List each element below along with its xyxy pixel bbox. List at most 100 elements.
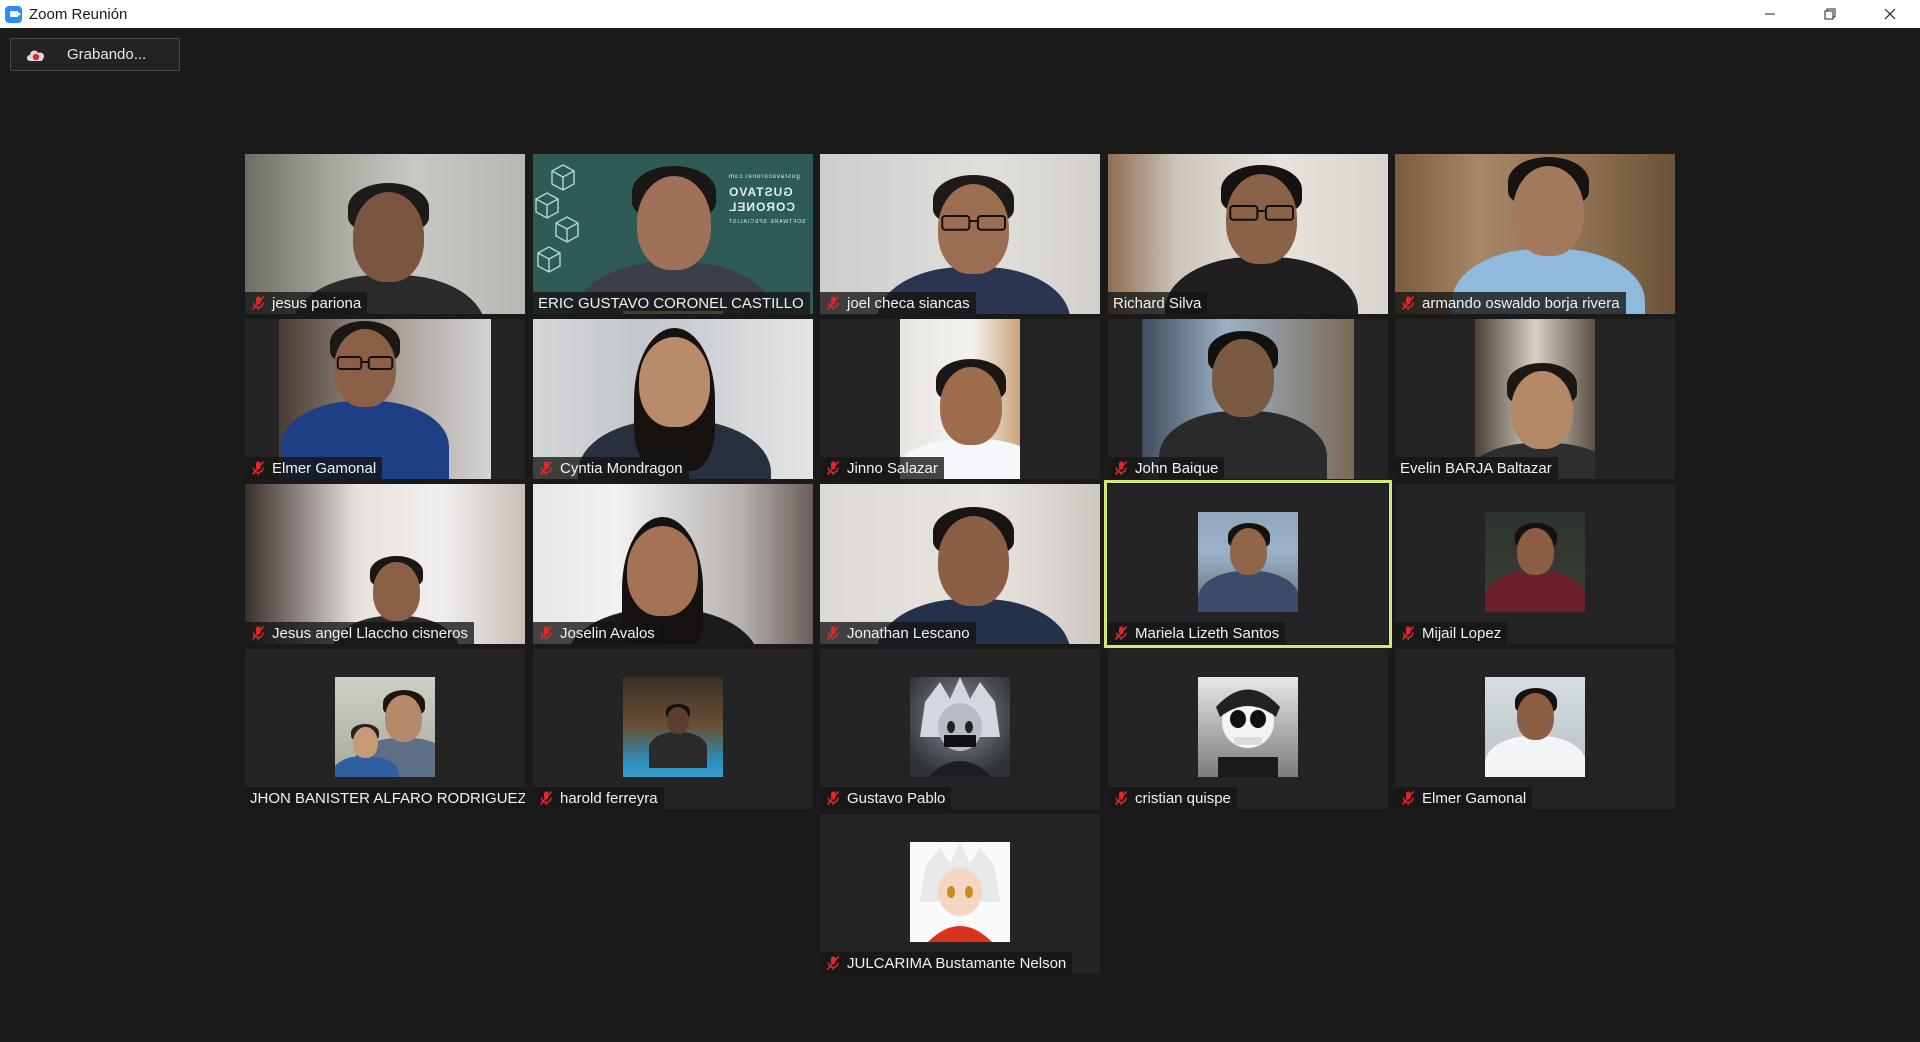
participant-name: John Baique — [1135, 459, 1219, 477]
participant-nameplate: Mariela Lizeth Santos — [1108, 622, 1286, 644]
participant-profile-picture — [335, 677, 435, 777]
participant-tile[interactable]: jesus pariona — [245, 154, 525, 314]
participant-tile[interactable]: Elmer Gamonal — [1395, 649, 1675, 809]
participant-nameplate: Evelin BARJA Baltazar — [1395, 457, 1558, 479]
participant-name: jesus pariona — [272, 294, 362, 312]
close-icon — [1884, 8, 1896, 20]
muted-microphone-icon — [539, 460, 553, 476]
participant-name: Mijail Lopez — [1422, 624, 1502, 642]
participant-nameplate: ERIC GUSTAVO CORONEL CASTILLO — [533, 292, 810, 314]
participant-name: Cyntia Mondragon — [560, 459, 683, 477]
participant-video — [820, 484, 1100, 644]
participant-name: cristian quispe — [1135, 789, 1231, 807]
participant-profile-picture — [910, 677, 1010, 777]
participant-nameplate: armando oswaldo borja rivera — [1395, 292, 1626, 314]
participant-name: Elmer Gamonal — [272, 459, 377, 477]
muted-microphone-icon — [1114, 625, 1128, 641]
participant-tile[interactable]: Jonathan Lescano — [820, 484, 1100, 644]
recording-indicator[interactable]: Grabando... — [10, 38, 180, 71]
participant-profile-picture — [910, 842, 1010, 942]
close-button[interactable] — [1860, 0, 1920, 28]
participant-video — [820, 154, 1100, 314]
participant-tile[interactable]: JULCARIMA Bustamante Nelson — [820, 814, 1100, 974]
anime-avatar-icon — [920, 842, 1000, 942]
participant-profile-picture — [1485, 512, 1585, 612]
participant-tile[interactable]: harold ferreyra — [533, 649, 813, 809]
participant-nameplate: Gustavo Pablo — [820, 787, 952, 809]
participant-nameplate: Jonathan Lescano — [820, 622, 976, 644]
participant-tile[interactable]: Elmer Gamonal — [245, 319, 525, 479]
participant-nameplate: JULCARIMA Bustamante Nelson — [820, 952, 1073, 974]
zoom-app-icon — [5, 5, 22, 23]
participant-video — [1475, 319, 1595, 479]
participant-nameplate: cristian quispe — [1108, 787, 1237, 809]
participant-name: Richard Silva — [1113, 294, 1202, 312]
slide-brand-url: gustavocoronel.com — [727, 174, 800, 180]
participant-profile-picture — [1485, 677, 1585, 777]
participant-video — [245, 154, 525, 314]
window-titlebar: Zoom Reunión — [0, 0, 1920, 28]
participant-name: Evelin BARJA Baltazar — [1400, 459, 1552, 477]
muted-microphone-icon — [826, 295, 840, 311]
participant-tile[interactable]: Mijail Lopez — [1395, 484, 1675, 644]
cloud-recording-icon — [25, 47, 47, 63]
minimize-icon — [1765, 13, 1775, 15]
restore-button[interactable] — [1800, 0, 1860, 28]
participant-nameplate: John Baique — [1108, 457, 1225, 479]
slide-brand-line1: GUSTAVO — [727, 185, 793, 199]
participant-tile[interactable]: armando oswaldo borja rivera — [1395, 154, 1675, 314]
participant-tile[interactable]: Gustavo Pablo — [820, 649, 1100, 809]
participant-video — [245, 484, 525, 644]
participant-video — [1108, 154, 1388, 314]
slide-brand-sub: SOFTWARE SPECIALIST — [727, 219, 805, 225]
minimize-button[interactable] — [1740, 0, 1800, 28]
skull-mask-avatar-icon — [1216, 689, 1280, 777]
muted-microphone-icon — [1401, 295, 1415, 311]
participant-tile[interactable]: Jesus angel Llaccho cisneros — [245, 484, 525, 644]
participant-tile[interactable]: JHON BANISTER ALFARO RODRIGUEZ — [245, 649, 525, 809]
participant-tile[interactable]: Jinno Salazar — [820, 319, 1100, 479]
muted-microphone-icon — [251, 460, 265, 476]
participant-name: Gustavo Pablo — [847, 789, 946, 807]
muted-microphone-icon — [539, 625, 553, 641]
participant-nameplate: Cyntia Mondragon — [533, 457, 689, 479]
participant-tile[interactable]: Evelin BARJA Baltazar — [1395, 319, 1675, 479]
participant-nameplate: JHON BANISTER ALFARO RODRIGUEZ — [245, 787, 525, 809]
muted-microphone-icon — [1401, 625, 1415, 641]
participant-profile-picture — [1198, 512, 1298, 612]
muted-microphone-icon — [826, 460, 840, 476]
participant-name: Joselin Avalos — [560, 624, 655, 642]
participant-tile[interactable]: Richard Silva — [1108, 154, 1388, 314]
participant-name: Mariela Lizeth Santos — [1135, 624, 1280, 642]
participant-tile[interactable]: John Baique — [1108, 319, 1388, 479]
participant-tile[interactable]: joel checa siancas — [820, 154, 1100, 314]
participant-nameplate: jesus pariona — [245, 292, 368, 314]
participant-tile[interactable]: cristian quispe — [1108, 649, 1388, 809]
participant-tile[interactable]: Joselin Avalos — [533, 484, 813, 644]
muted-microphone-icon — [826, 790, 840, 806]
anime-avatar-icon — [920, 677, 1000, 777]
participant-nameplate: harold ferreyra — [533, 787, 664, 809]
participant-name: Jesus angel Llaccho cisneros — [272, 624, 468, 642]
participant-profile-picture — [1198, 677, 1298, 777]
restore-icon — [1824, 8, 1836, 20]
participant-name: joel checa siancas — [847, 294, 970, 312]
participant-nameplate: Jesus angel Llaccho cisneros — [245, 622, 474, 644]
participant-nameplate: joel checa siancas — [820, 292, 976, 314]
muted-microphone-icon — [826, 625, 840, 641]
participant-name: Jinno Salazar — [847, 459, 938, 477]
participant-tile[interactable]: Cyntia Mondragon — [533, 319, 813, 479]
participant-nameplate: Joselin Avalos — [533, 622, 661, 644]
participant-tile[interactable]: gustavocoronel.com GUSTAVO CORONEL SOFTWARE… — [533, 154, 813, 314]
slide-brand-text: gustavocoronel.com GUSTAVO CORONEL SOFTWARE… — [728, 170, 805, 230]
participant-video — [900, 319, 1020, 479]
muted-microphone-icon — [826, 955, 840, 971]
participant-name: harold ferreyra — [560, 789, 658, 807]
participant-name: Jonathan Lescano — [847, 624, 970, 642]
participant-tile[interactable]: Mariela Lizeth Santos — [1104, 480, 1392, 648]
muted-microphone-icon — [1114, 460, 1128, 476]
window-controls — [1740, 0, 1920, 28]
participant-video — [533, 484, 813, 644]
participant-nameplate: Elmer Gamonal — [1395, 787, 1533, 809]
participant-nameplate: Richard Silva — [1108, 292, 1208, 314]
